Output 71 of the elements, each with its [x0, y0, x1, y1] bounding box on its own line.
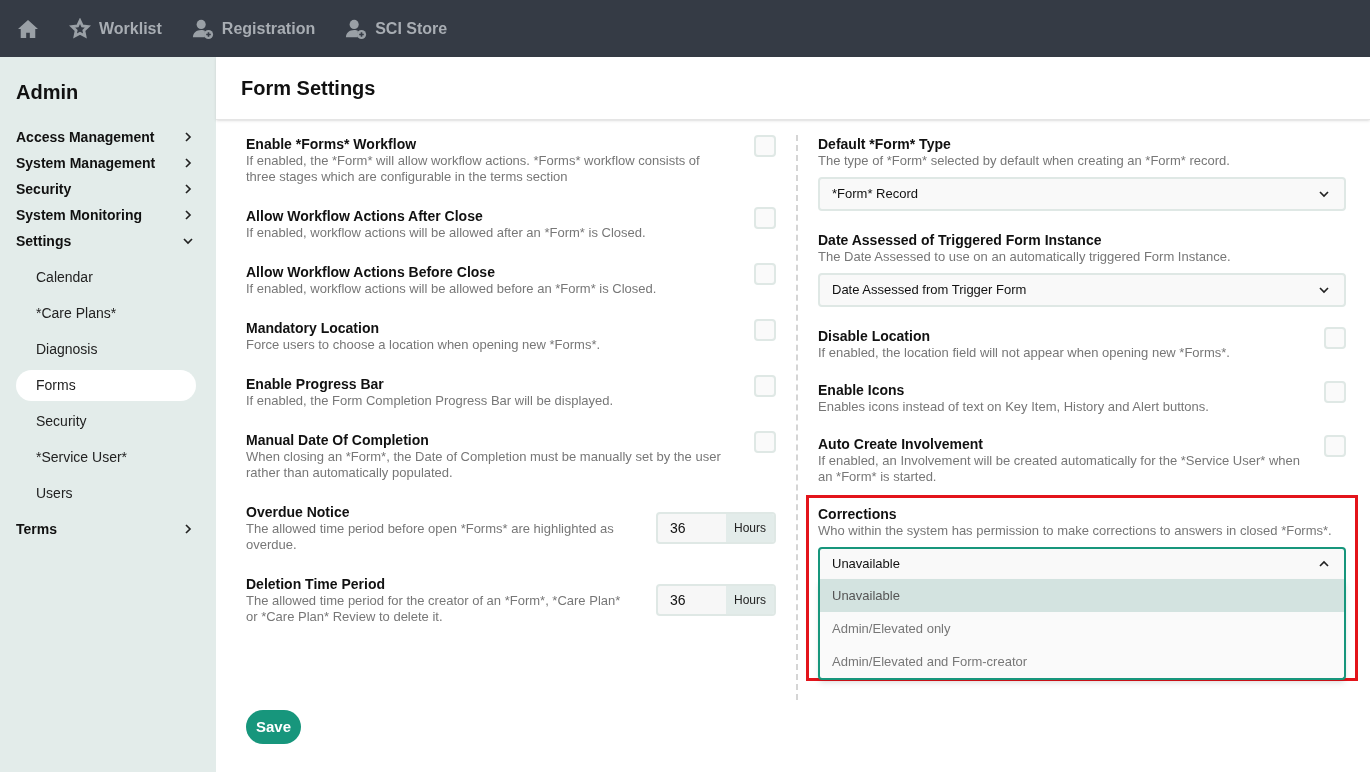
- checkbox[interactable]: [1324, 381, 1346, 403]
- sidebar-subitem[interactable]: *Service User*: [16, 441, 196, 473]
- dropdown-field[interactable]: Date Assessed from Trigger Form: [818, 273, 1346, 307]
- checkbox[interactable]: [754, 431, 776, 453]
- setting-description: If enabled, an Involvement will be created automatically for the *Service User* when an *Form* is started.: [818, 453, 1300, 485]
- dropdown-option[interactable]: Admin/Elevated only: [820, 612, 1344, 645]
- setting-title: Enable *Forms* Workflow: [246, 135, 418, 153]
- sidebar-item[interactable]: Settings: [16, 228, 196, 254]
- unit-label: Hours: [726, 514, 774, 542]
- setting-title: Deletion Time Period: [246, 575, 386, 593]
- sidebar-item[interactable]: System Monitoring: [16, 202, 196, 228]
- setting-description: If enabled, the Form Completion Progress Bar will be displayed.: [246, 393, 614, 409]
- dropdown-option[interactable]: Admin/Elevated and Form-creator: [820, 645, 1344, 678]
- setting-title: Disable Location: [818, 327, 932, 345]
- checkbox[interactable]: [754, 207, 776, 229]
- sidebar-subitem[interactable]: Diagnosis: [16, 333, 196, 365]
- sidebar-item[interactable]: Access Management: [16, 124, 196, 150]
- setting-description: If enabled, workflow actions will be allowed after an *Form* is Closed.: [246, 225, 646, 241]
- setting-description: If enabled, the location field will not appear when opening new *Forms*.: [818, 345, 1230, 361]
- setting-description: If enabled, workflow actions will be allowed before an *Form* is Closed.: [246, 281, 657, 297]
- setting-description: When closing an *Form*, the Date of Completion must be manually set by the user rather than automatically populated.: [246, 449, 722, 481]
- sidebar-item[interactable]: Terms: [16, 516, 196, 542]
- nav-item[interactable]: [17, 18, 39, 39]
- sidebar-subitem[interactable]: *Care Plans*: [16, 297, 196, 329]
- sidebar-title: Admin: [16, 80, 80, 105]
- setting-description: The type of *Form* selected by default when creating an *Form* record.: [818, 153, 1231, 169]
- sidebar-subitem[interactable]: Security: [16, 405, 196, 437]
- setting-title: Default *Form* Type: [818, 135, 952, 153]
- setting-title: Manual Date Of Completion: [246, 431, 430, 449]
- dropdown-field[interactable]: *Form* Record: [818, 177, 1346, 211]
- sidebar-subitem[interactable]: Users: [16, 477, 196, 509]
- setting-title: Enable Icons: [818, 381, 906, 399]
- hours-field[interactable]: 36 Hours: [656, 584, 776, 616]
- setting-title: Overdue Notice: [246, 503, 351, 521]
- setting-title: Auto Create Involvement: [818, 435, 984, 453]
- setting-description: If enabled, the *Form* will allow workflow actions. *Forms* workflow consists of three stages which are configurable in the terms section: [246, 153, 701, 185]
- hours-field[interactable]: 36 Hours: [656, 512, 776, 544]
- nav-item[interactable]: Registration: [191, 16, 316, 41]
- checkbox[interactable]: [1324, 327, 1346, 349]
- page-title: Form Settings: [241, 76, 376, 101]
- setting-title: Allow Workflow Actions Before Close: [246, 263, 496, 281]
- setting-description: The allowed time period before open *Forms* are highlighted as overdue.: [246, 521, 615, 553]
- user-add-icon: [345, 17, 368, 40]
- setting-description: Force users to choose a location when opening new *Forms*.: [246, 337, 601, 353]
- checkbox[interactable]: [754, 263, 776, 285]
- sidebar-item[interactable]: System Management: [16, 150, 196, 176]
- setting-description: The Date Assessed to use on an automatically triggered Form Instance.: [818, 249, 1232, 265]
- dropdown-option[interactable]: Unavailable: [820, 579, 1344, 612]
- unit-label: Hours: [726, 586, 774, 614]
- user-add-icon: [191, 17, 214, 40]
- setting-description: Who within the system has permission to make corrections to answers in closed *Forms*.: [818, 523, 1333, 539]
- setting-title: Mandatory Location: [246, 319, 380, 337]
- checkbox[interactable]: [754, 135, 776, 157]
- star-icon: [69, 17, 91, 40]
- setting-title: Date Assessed of Triggered Form Instance: [818, 231, 1103, 249]
- setting-description: The allowed time period for the creator of an *Form*, *Care Plan* or *Care Plan* Review to delete it.: [246, 593, 622, 625]
- setting-title: Allow Workflow Actions After Close: [246, 207, 484, 225]
- dropdown-field[interactable]: Unavailable: [818, 547, 1346, 581]
- checkbox[interactable]: [1324, 435, 1346, 457]
- sidebar-item[interactable]: Security: [16, 176, 196, 202]
- nav-item[interactable]: Worklist: [69, 16, 162, 41]
- sidebar-subitem[interactable]: Calendar: [16, 261, 196, 293]
- checkbox[interactable]: [754, 375, 776, 397]
- save-button[interactable]: Save: [246, 710, 302, 744]
- sidebar-subitem[interactable]: Forms: [16, 369, 196, 401]
- home-icon: [17, 18, 39, 39]
- setting-title: Corrections: [818, 505, 898, 523]
- setting-description: Enables icons instead of text on Key Item, History and Alert buttons.: [818, 399, 1209, 415]
- nav-item[interactable]: SCI Store: [345, 16, 448, 41]
- setting-title: Enable Progress Bar: [246, 375, 385, 393]
- checkbox[interactable]: [754, 319, 776, 341]
